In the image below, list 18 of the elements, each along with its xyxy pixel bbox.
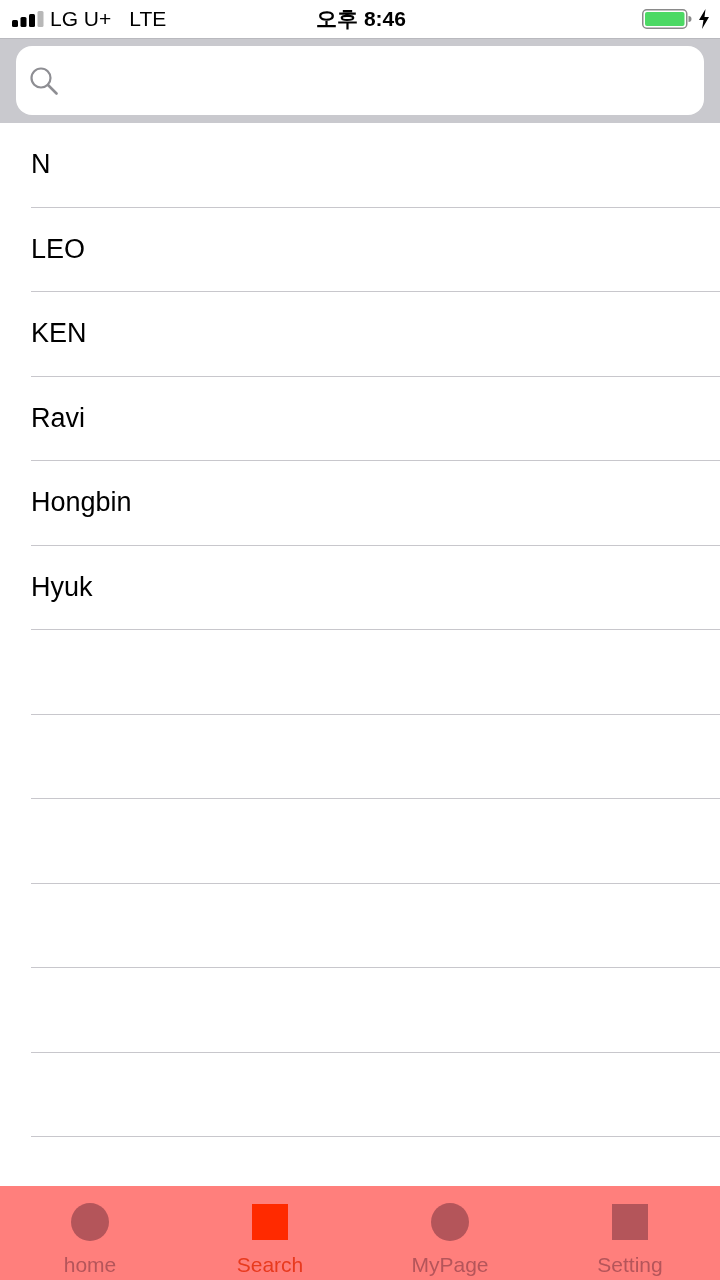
square-icon	[251, 1203, 289, 1241]
square-icon	[611, 1203, 649, 1241]
search-icon	[30, 66, 58, 95]
carrier-name: LG U+	[50, 7, 112, 31]
charging-bolt-icon	[698, 9, 710, 29]
circle-icon	[431, 1203, 469, 1241]
battery-icon	[642, 9, 692, 29]
list-item[interactable]: Hongbin	[31, 461, 720, 546]
circle-icon	[71, 1203, 109, 1241]
list-item[interactable]: N	[31, 123, 720, 208]
list-item[interactable]: Ravi	[31, 376, 720, 461]
list-item[interactable]: KEN	[31, 292, 720, 377]
search-field[interactable]	[16, 46, 704, 115]
signal-icon	[12, 11, 44, 27]
list-item[interactable]: LEO	[31, 207, 720, 292]
list-item[interactable]: Hyuk	[31, 545, 720, 630]
network-type: LTE	[129, 7, 167, 31]
status-time: 오후 8:46	[316, 7, 406, 31]
